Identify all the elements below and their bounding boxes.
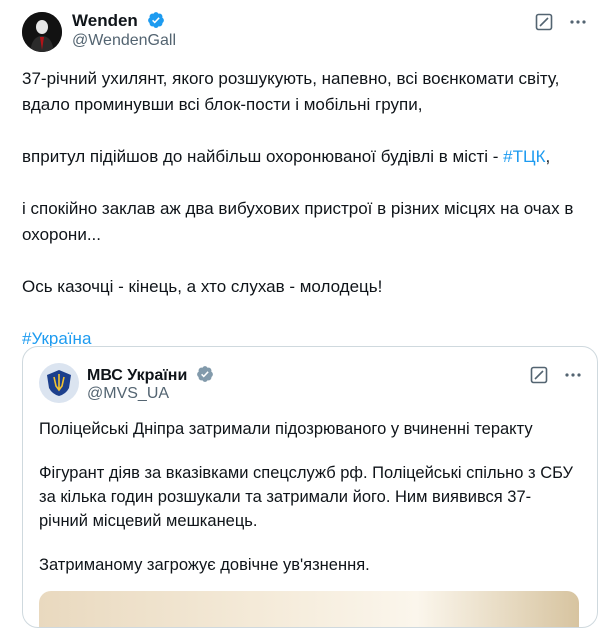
- verified-badge-icon: [196, 366, 213, 382]
- author-name-text: Wenden: [72, 11, 138, 30]
- quote-paragraph-2: Фігурант діяв за вказівками спецслужб рф…: [39, 464, 574, 530]
- avatar[interactable]: [22, 12, 62, 52]
- quote-author-name[interactable]: МВС України: [87, 365, 214, 385]
- quote-author-handle[interactable]: @MVS_UA: [87, 385, 169, 403]
- tweet-paragraph-3: і спокійно заклав аж два вибухових прист…: [22, 199, 574, 244]
- more-icon[interactable]: [568, 12, 588, 32]
- quote-media-image[interactable]: [39, 591, 579, 627]
- quote-author-name-text: МВС України: [87, 367, 188, 384]
- tweet-paragraph-2-end: ,: [545, 147, 551, 166]
- police-emblem-icon[interactable]: [39, 363, 79, 403]
- tweet-paragraph-2: впритул підійшов до найбільш охоронювано…: [22, 144, 592, 170]
- grok-icon[interactable]: [529, 365, 549, 385]
- hashtag-tck-link[interactable]: #ТЦК: [503, 147, 545, 166]
- quote-paragraph-1: Поліцейські Дніпра затримали підозрювано…: [39, 420, 533, 438]
- verified-badge-icon: [147, 12, 164, 28]
- tweet-paragraph-4: Ось казочці - кінець, а хто слухав - мол…: [22, 277, 383, 296]
- grok-icon[interactable]: [534, 12, 554, 32]
- author-handle[interactable]: @WendenGall: [72, 32, 176, 50]
- quote-actions: [529, 365, 583, 385]
- more-icon[interactable]: [563, 365, 583, 385]
- quote-paragraph-3: Затриманому загрожує довічне ув'язнення.: [39, 556, 370, 574]
- author-name[interactable]: Wenden: [72, 11, 165, 31]
- quote-text: Поліцейські Дніпра затримали підозрювано…: [39, 417, 579, 577]
- quoted-tweet[interactable]: МВС України @MVS_UA Поліцейські Дніпра з…: [22, 346, 598, 628]
- tweet-actions: [534, 12, 588, 32]
- tweet-text: 37-річний ухилянт, якого розшукують, нап…: [22, 66, 592, 352]
- tweet-paragraph-1: 37-річний ухилянт, якого розшукують, нап…: [22, 69, 560, 114]
- tweet-paragraph-2-text: впритул підійшов до найбільш охоронювано…: [22, 147, 504, 166]
